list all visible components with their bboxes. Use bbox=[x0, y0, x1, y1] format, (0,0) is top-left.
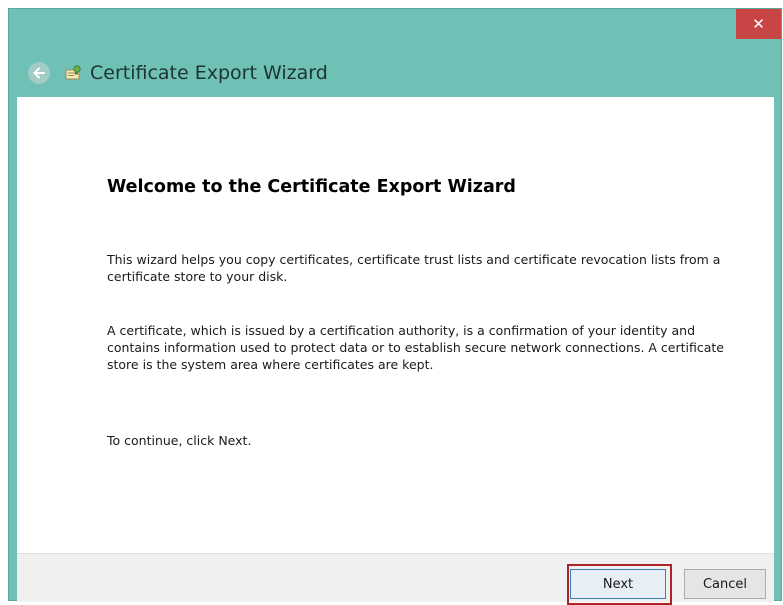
continue-instruction: To continue, click Next. bbox=[107, 433, 252, 448]
cancel-button[interactable]: Cancel bbox=[684, 569, 766, 599]
wizard-content: Welcome to the Certificate Export Wizard… bbox=[17, 97, 774, 553]
back-arrow-icon bbox=[33, 67, 45, 79]
close-icon: ✕ bbox=[752, 16, 765, 33]
certificate-icon bbox=[64, 64, 82, 82]
page-heading: Welcome to the Certificate Export Wizard bbox=[107, 177, 516, 197]
back-button[interactable] bbox=[28, 62, 50, 84]
wizard-window: ✕ Certificate Export Wizard Welcome to t… bbox=[8, 8, 782, 605]
intro-paragraph: This wizard helps you copy certificates,… bbox=[107, 252, 721, 284]
close-button[interactable]: ✕ bbox=[736, 9, 781, 39]
certificate-description-paragraph: A certificate, which is issued by a cert… bbox=[107, 323, 724, 372]
next-button[interactable]: Next bbox=[570, 569, 666, 599]
wizard-header: Certificate Export Wizard bbox=[9, 53, 781, 93]
wizard-title: Certificate Export Wizard bbox=[90, 62, 328, 84]
wizard-footer: Next Cancel bbox=[17, 553, 774, 605]
